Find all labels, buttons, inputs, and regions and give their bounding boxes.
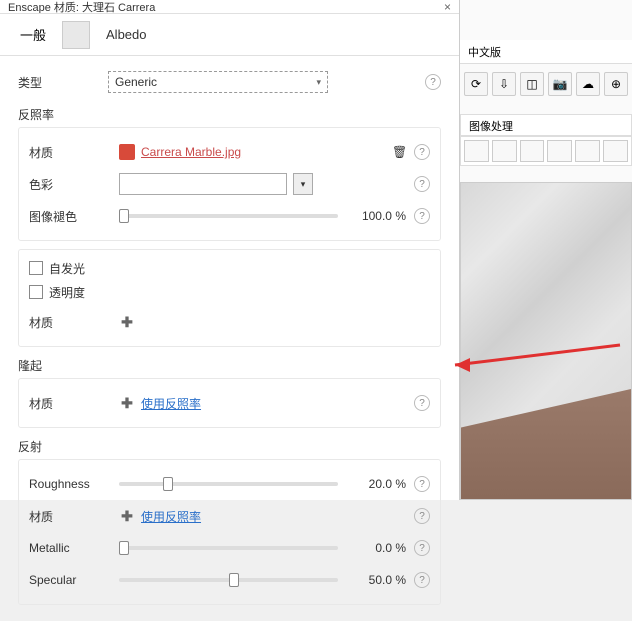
material2-label: 材质 <box>29 314 119 331</box>
roughness-slider[interactable] <box>119 482 338 486</box>
bump-section: 材质 ✚ 使用反照率 ? <box>18 378 441 428</box>
specular-slider[interactable] <box>119 578 338 582</box>
self-illum-label: 自发光 <box>49 260 85 277</box>
sketchup-file-icon <box>119 144 135 160</box>
right-header-image: 图像处理 <box>460 114 632 136</box>
type-row: 类型 Generic ▾ ? <box>18 68 441 96</box>
help-icon[interactable]: ? <box>414 540 430 556</box>
img-tool-1[interactable] <box>464 140 489 162</box>
bump-material-row: 材质 ✚ 使用反照率 ? <box>29 389 430 417</box>
tab-general[interactable]: 一般 <box>12 21 54 48</box>
metallic-label: Metallic <box>29 541 119 555</box>
help-icon[interactable]: ? <box>414 144 430 160</box>
tint-label: 图像褪色 <box>29 208 119 225</box>
roughness-row: Roughness 20.0 % ? <box>29 470 430 498</box>
slider-handle[interactable] <box>163 477 173 491</box>
slider-handle[interactable] <box>119 541 129 555</box>
slider-handle[interactable] <box>229 573 239 587</box>
material-editor-panel: Enscape 材质: 大理石 Carrera × 一般 Albedo 类型 G… <box>0 0 460 500</box>
material2-row: 材质 ✚ <box>29 308 430 336</box>
type-label: 类型 <box>18 74 108 91</box>
emission-transparency-section: 自发光 透明度 材质 ✚ <box>18 249 441 347</box>
albedo-title: 反照率 <box>18 106 441 123</box>
window-title: Enscape 材质: 大理石 Carrera <box>8 0 155 14</box>
toolbar-button-camera[interactable]: 📷 <box>548 72 572 96</box>
tabs: 一般 Albedo <box>0 14 459 56</box>
plus-icon[interactable]: ✚ <box>119 314 135 330</box>
metallic-value: 0.0 % <box>348 541 406 555</box>
albedo-file-link[interactable]: Carrera Marble.jpg <box>141 145 241 159</box>
image-toolbar <box>460 136 632 166</box>
reflection-title: 反射 <box>18 438 441 455</box>
img-tool-4[interactable] <box>547 140 572 162</box>
albedo-material-label: 材质 <box>29 144 119 161</box>
img-tool-3[interactable] <box>520 140 545 162</box>
transparency-row: 透明度 <box>29 280 430 304</box>
type-dropdown[interactable]: Generic ▾ <box>108 71 328 93</box>
tab-albedo[interactable]: Albedo <box>98 23 154 46</box>
plus-icon[interactable]: ✚ <box>119 395 135 411</box>
content-area: 类型 Generic ▾ ? 反照率 材质 Carrera Marble.jpg… <box>0 56 459 621</box>
title-bar: Enscape 材质: 大理石 Carrera × <box>0 0 459 14</box>
bump-title: 隆起 <box>18 357 441 374</box>
reflection-section: Roughness 20.0 % ? 材质 ✚ 使用反照率 ? Metallic <box>18 459 441 605</box>
reflection-use-albedo-link[interactable]: 使用反照率 <box>141 508 201 525</box>
reflection-material-row: 材质 ✚ 使用反照率 ? <box>29 502 430 530</box>
help-icon[interactable]: ? <box>414 395 430 411</box>
help-icon[interactable]: ? <box>414 176 430 192</box>
img-tool-2[interactable] <box>492 140 517 162</box>
img-tool-5[interactable] <box>575 140 600 162</box>
self-illum-row: 自发光 <box>29 256 430 280</box>
color-row: 色彩 ▾ ? <box>29 170 430 198</box>
ground-plane <box>461 389 631 499</box>
type-value: Generic <box>115 75 157 89</box>
reflection-material-label: 材质 <box>29 508 119 525</box>
transparency-checkbox[interactable] <box>29 285 43 299</box>
help-icon[interactable]: ? <box>414 508 430 524</box>
tint-value: 100.0 % <box>348 209 406 223</box>
toolbar-button-1[interactable]: ⟳ <box>464 72 488 96</box>
help-icon[interactable]: ? <box>425 74 441 90</box>
help-icon[interactable]: ? <box>414 572 430 588</box>
tint-row: 图像褪色 100.0 % ? <box>29 202 430 230</box>
color-label: 色彩 <box>29 176 119 193</box>
material-thumbnail[interactable] <box>62 21 90 49</box>
bump-use-albedo-link[interactable]: 使用反照率 <box>141 395 201 412</box>
right-panel: 中文版 ⟳ ⇩ ◫ 📷 ☁ ⊕ 图像处理 <box>460 0 632 500</box>
help-icon[interactable]: ? <box>414 476 430 492</box>
plus-icon[interactable]: ✚ <box>119 508 135 524</box>
help-icon[interactable]: ? <box>414 208 430 224</box>
specular-value: 50.0 % <box>348 573 406 587</box>
render-preview <box>460 182 632 500</box>
roughness-value: 20.0 % <box>348 477 406 491</box>
bump-material-label: 材质 <box>29 395 119 412</box>
toolbar-button-cloud[interactable]: ☁ <box>576 72 600 96</box>
chevron-down-icon: ▾ <box>316 77 321 88</box>
toolbar-button-2[interactable]: ⇩ <box>492 72 516 96</box>
color-swatch[interactable] <box>119 173 287 195</box>
img-tool-6[interactable] <box>603 140 628 162</box>
toolbar-button-3[interactable]: ◫ <box>520 72 544 96</box>
close-icon[interactable]: × <box>444 0 451 14</box>
metallic-slider[interactable] <box>119 546 338 550</box>
tint-slider[interactable] <box>119 214 338 218</box>
main-toolbar: ⟳ ⇩ ◫ 📷 ☁ ⊕ <box>460 68 632 100</box>
color-picker-button[interactable]: ▾ <box>293 173 313 195</box>
self-illum-checkbox[interactable] <box>29 261 43 275</box>
transparency-label: 透明度 <box>49 284 85 301</box>
toolbar-button-add[interactable]: ⊕ <box>604 72 628 96</box>
metallic-row: Metallic 0.0 % ? <box>29 534 430 562</box>
roughness-label: Roughness <box>29 477 119 491</box>
albedo-section: 材质 Carrera Marble.jpg 🗑 ? 色彩 ▾ ? 图像褪色 <box>18 127 441 241</box>
trash-icon[interactable]: 🗑 <box>392 145 406 159</box>
specular-label: Specular <box>29 573 119 587</box>
right-header-language: 中文版 <box>460 40 632 64</box>
slider-handle[interactable] <box>119 209 129 223</box>
specular-row: Specular 50.0 % ? <box>29 566 430 594</box>
albedo-material-row: 材质 Carrera Marble.jpg 🗑 ? <box>29 138 430 166</box>
